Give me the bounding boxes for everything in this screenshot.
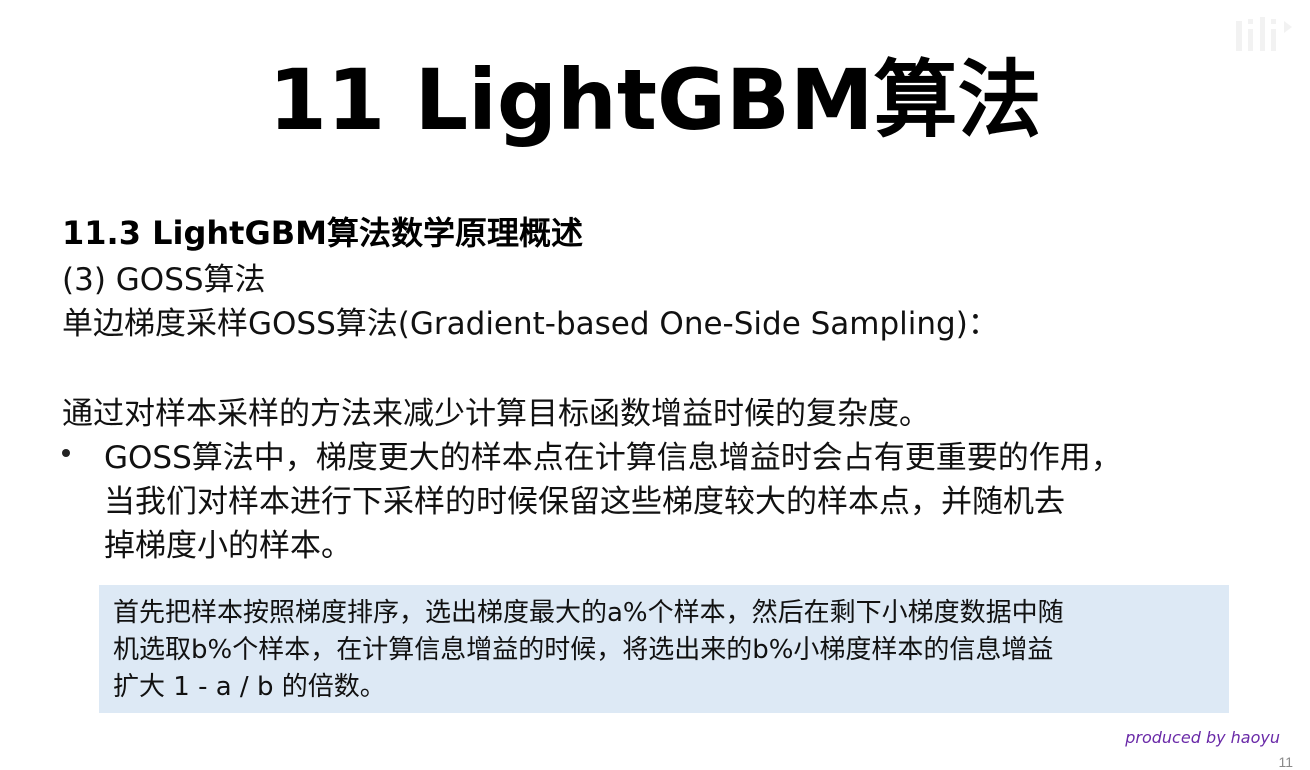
section-heading: 11.3 LightGBM算法数学原理概述 xyxy=(62,214,583,252)
credit-text: produced by haoyu xyxy=(1125,728,1280,747)
note-line-3: 扩大 1 - a / b 的倍数。 xyxy=(113,672,386,702)
bullet-dot-icon xyxy=(62,449,70,457)
note-box: 首先把样本按照梯度排序，选出梯度最大的a%个样本，然后在剩下小梯度数据中随 机选… xyxy=(99,585,1229,713)
definition: 单边梯度采样GOSS算法(Gradient-based One-Side Sam… xyxy=(62,306,999,342)
bullet-line-2: 当我们对样本进行下采样的时候保留这些梯度较大的样本点，并随机去 xyxy=(104,484,1065,520)
intro-text: 通过对样本采样的方法来减少计算目标函数增益时候的复杂度。 xyxy=(62,396,930,432)
slide-title: 11 LightGBM算法 xyxy=(268,51,1042,149)
page-number: 11 xyxy=(1278,754,1293,770)
bullet-item: GOSS算法中，梯度更大的样本点在计算信息增益时会占有更重要的作用， 当我们对样… xyxy=(62,436,1304,568)
note-line-2: 机选取b%个样本，在计算信息增益的时候，将选出来的b%小梯度样本的信息增益 xyxy=(113,635,1054,665)
bullet-line-1: GOSS算法中，梯度更大的样本点在计算信息增益时会占有更重要的作用， xyxy=(104,440,1122,476)
note-line-1: 首先把样本按照梯度排序，选出梯度最大的a%个样本，然后在剩下小梯度数据中随 xyxy=(113,598,1064,628)
bullet-line-3: 掉梯度小的样本。 xyxy=(104,528,352,564)
slide-content: 11.3 LightGBM算法数学原理概述 (3) GOSS算法 单边梯度采样G… xyxy=(62,208,1292,568)
subheading: (3) GOSS算法 xyxy=(62,262,266,298)
